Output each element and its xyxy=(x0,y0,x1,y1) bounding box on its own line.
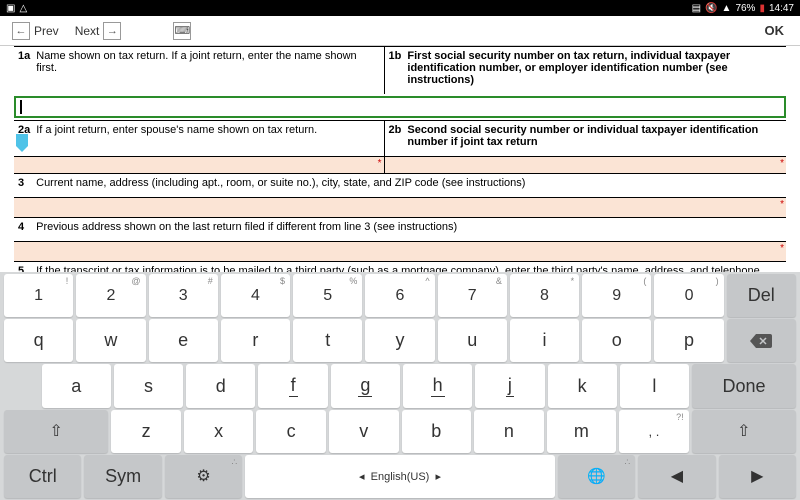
key-1[interactable]: 1! xyxy=(4,274,73,317)
warning-icon: △ xyxy=(19,3,27,14)
key-m[interactable]: m xyxy=(547,410,617,453)
field-1b[interactable]: 1b First social security number on tax r… xyxy=(385,47,786,94)
key-3[interactable]: 3# xyxy=(149,274,218,317)
key-6[interactable]: 6^ xyxy=(365,274,434,317)
field-1a[interactable]: 1a Name shown on tax return. If a joint … xyxy=(14,47,385,94)
field-3[interactable]: 3 Current name, address (including apt.,… xyxy=(14,173,786,197)
wifi-icon: ▲ xyxy=(722,3,732,14)
key-u[interactable]: u xyxy=(438,319,507,362)
key-v[interactable]: v xyxy=(329,410,399,453)
key-b[interactable]: b xyxy=(402,410,472,453)
label-1b: 1b xyxy=(389,50,402,86)
key-left[interactable]: ◀ xyxy=(638,455,715,498)
text-2a: If a joint return, enter spouse's name s… xyxy=(36,124,317,148)
text-5: If the transcript or tax information is … xyxy=(36,265,782,272)
key-h[interactable]: h xyxy=(403,364,472,407)
battery-icon: ▮ xyxy=(759,3,765,14)
prev-button[interactable]: ← Prev xyxy=(8,18,63,44)
text-cursor xyxy=(20,100,22,114)
input-2b[interactable] xyxy=(385,157,786,173)
key-r[interactable]: r xyxy=(221,319,290,362)
key-t[interactable]: t xyxy=(293,319,362,362)
text-1b: First social security number on tax retu… xyxy=(407,50,782,86)
label-5: 5 xyxy=(18,265,24,272)
key-7[interactable]: 7& xyxy=(438,274,507,317)
field-4[interactable]: 4 Previous address shown on the last ret… xyxy=(14,217,786,241)
key-shift-left[interactable]: ⇧ xyxy=(4,410,108,453)
key-z[interactable]: z xyxy=(111,410,181,453)
key-ctrl[interactable]: Ctrl xyxy=(4,455,81,498)
key-8[interactable]: 8* xyxy=(510,274,579,317)
key-4[interactable]: 4$ xyxy=(221,274,290,317)
mute-icon: 🔇 xyxy=(705,3,717,14)
ok-button[interactable]: OK xyxy=(757,19,793,42)
key-settings[interactable]: ⚙∴ xyxy=(165,455,242,498)
key-s[interactable]: s xyxy=(114,364,183,407)
key-f[interactable]: f xyxy=(258,364,327,407)
status-bar: ▣ △ ▤ 🔇 ▲ 76% ▮ 14:47 xyxy=(0,0,800,16)
key-shift-right[interactable]: ⇧ xyxy=(692,410,796,453)
input-3[interactable] xyxy=(14,197,786,217)
field-pointer-icon xyxy=(14,134,30,152)
key-p[interactable]: p xyxy=(654,319,723,362)
key-o[interactable]: o xyxy=(582,319,651,362)
text-1a: Name shown on tax return. If a joint ret… xyxy=(36,50,379,86)
field-2b[interactable]: 2b Second social security number or indi… xyxy=(385,121,786,156)
keyboard-toggle-button[interactable]: ⌨ xyxy=(169,18,195,44)
key-sym[interactable]: Sym xyxy=(84,455,161,498)
key-x[interactable]: x xyxy=(184,410,254,453)
toolbar: ← Prev Next → ⌨ OK xyxy=(0,16,800,46)
prev-label: Prev xyxy=(34,24,59,38)
key-right[interactable]: ▶ xyxy=(719,455,796,498)
form-document: 1a Name shown on tax return. If a joint … xyxy=(0,46,800,272)
text-3: Current name, address (including apt., r… xyxy=(36,177,525,189)
keyboard-icon: ⌨ xyxy=(173,22,191,40)
key-q[interactable]: q xyxy=(4,319,73,362)
virtual-keyboard: 1!2@3#4$5%6^7&8*9(0)Del qwertyuiop asdfg… xyxy=(0,272,800,500)
key-backspace[interactable] xyxy=(727,319,796,362)
arrow-left-icon: ← xyxy=(12,22,30,40)
key-n[interactable]: n xyxy=(474,410,544,453)
key-0[interactable]: 0) xyxy=(654,274,723,317)
key-punct[interactable]: , .?! xyxy=(619,410,689,453)
key-done[interactable]: Done xyxy=(692,364,796,407)
text-4: Previous address shown on the last retur… xyxy=(36,221,457,233)
key-e[interactable]: e xyxy=(149,319,218,362)
key-k[interactable]: k xyxy=(548,364,617,407)
key-space[interactable]: ◂ English(US) ▸ xyxy=(245,455,555,498)
clock: 14:47 xyxy=(769,3,794,14)
input-4[interactable] xyxy=(14,241,786,261)
key-5[interactable]: 5% xyxy=(293,274,362,317)
key-j[interactable]: j xyxy=(475,364,544,407)
vibrate-icon: ▤ xyxy=(692,3,701,14)
key-d[interactable]: d xyxy=(186,364,255,407)
key-globe[interactable]: 🌐∴ xyxy=(558,455,635,498)
key-9[interactable]: 9( xyxy=(582,274,651,317)
label-1a: 1a xyxy=(18,50,30,86)
key-g[interactable]: g xyxy=(331,364,400,407)
key-y[interactable]: y xyxy=(365,319,434,362)
label-2b: 2b xyxy=(389,124,402,148)
key-i[interactable]: i xyxy=(510,319,579,362)
input-2a[interactable] xyxy=(14,157,385,173)
next-label: Next xyxy=(75,24,100,38)
text-2b: Second social security number or individ… xyxy=(407,124,782,148)
arrow-right-icon: → xyxy=(103,22,121,40)
notification-icon: ▣ xyxy=(6,3,15,14)
field-5[interactable]: 5 If the transcript or tax information i… xyxy=(14,261,786,272)
key-del[interactable]: Del xyxy=(727,274,796,317)
key-c[interactable]: c xyxy=(256,410,326,453)
next-button[interactable]: Next → xyxy=(71,18,126,44)
label-3: 3 xyxy=(18,177,24,189)
key-l[interactable]: l xyxy=(620,364,689,407)
field-2a[interactable]: 2a If a joint return, enter spouse's nam… xyxy=(14,121,385,156)
active-text-input[interactable] xyxy=(14,96,786,118)
battery-percent: 76% xyxy=(735,3,755,14)
key-a[interactable]: a xyxy=(42,364,111,407)
label-4: 4 xyxy=(18,221,24,233)
key-w[interactable]: w xyxy=(76,319,145,362)
key-2[interactable]: 2@ xyxy=(76,274,145,317)
